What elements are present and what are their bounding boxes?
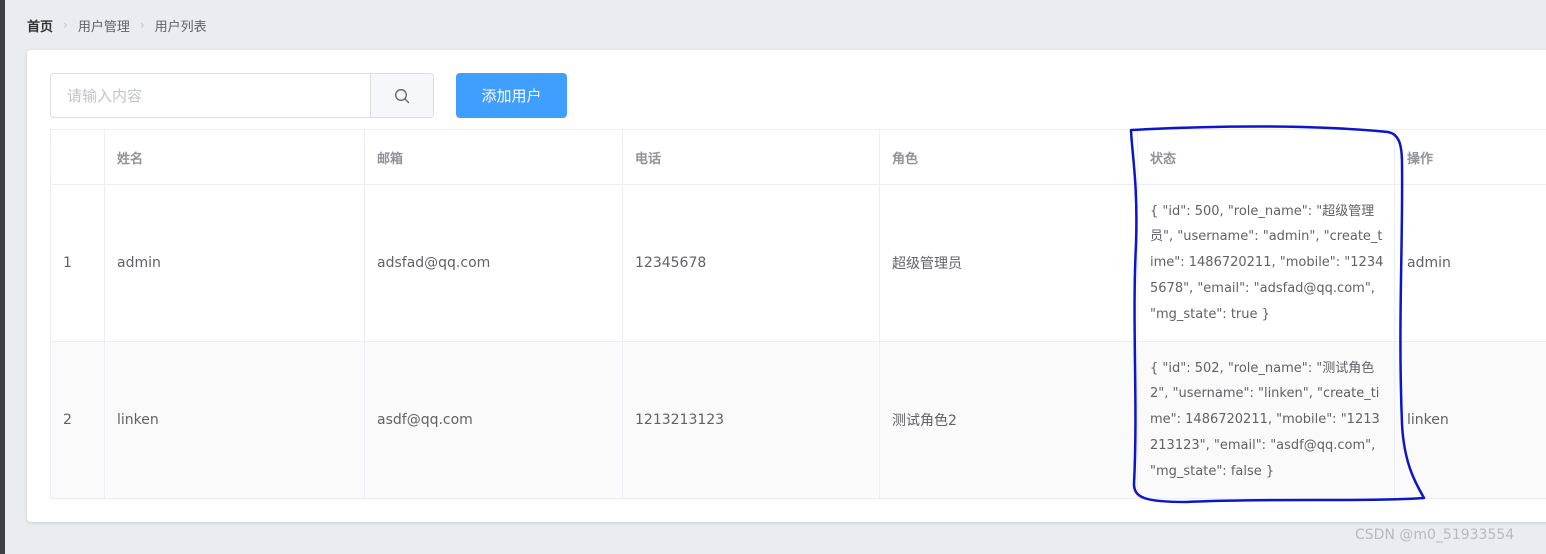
user-state-cell: { "id": 500, "role_name": "超级管理员", "user…: [1137, 185, 1394, 341]
table-row: 1 admin adsfad@qq.com 12345678 超级管理员 { "…: [50, 185, 1546, 342]
header-index: [50, 130, 104, 184]
user-role: 超级管理员: [879, 185, 1137, 341]
user-name: admin: [104, 185, 364, 341]
user-list-card: 添加用户 姓名 邮箱 电话 角色 状态 操作 1 admin adsfad@qq…: [27, 50, 1546, 522]
watermark: CSDN @m0_51933554: [1355, 527, 1515, 543]
search-icon: [395, 88, 410, 103]
header-phone: 电话: [622, 130, 879, 184]
table-row: 2 linken asdf@qq.com 1213213123 测试角色2 { …: [50, 342, 1546, 499]
breadcrumb-section: 用户管理: [77, 19, 130, 35]
user-name: linken: [104, 342, 364, 498]
search-button[interactable]: [370, 73, 434, 118]
header-role: 角色: [879, 130, 1137, 184]
breadcrumb: 首页 › 用户管理 › 用户列表: [27, 15, 207, 35]
table-header-row: 姓名 邮箱 电话 角色 状态 操作: [50, 129, 1546, 185]
row-index: 2: [50, 342, 104, 498]
breadcrumb-home[interactable]: 首页: [27, 16, 53, 35]
row-index: 1: [50, 185, 104, 341]
user-state-json: { "id": 502, "role_name": "测试角色2", "user…: [1150, 360, 1380, 479]
chevron-right-icon: ›: [139, 18, 145, 32]
search-group: [50, 73, 434, 118]
breadcrumb-current: 用户列表: [154, 19, 207, 35]
user-action: admin: [1394, 185, 1546, 341]
header-state: 状态: [1137, 130, 1394, 184]
user-email: asdf@qq.com: [364, 342, 622, 498]
user-email: adsfad@qq.com: [364, 185, 622, 341]
user-phone: 12345678: [622, 185, 879, 341]
chevron-right-icon: ›: [63, 18, 68, 32]
header-actions: 操作: [1394, 130, 1546, 184]
user-state-json: { "id": 500, "role_name": "超级管理员", "user…: [1150, 203, 1384, 322]
header-name: 姓名: [104, 130, 364, 184]
header-email: 邮箱: [364, 130, 622, 184]
user-table: 姓名 邮箱 电话 角色 状态 操作 1 admin adsfad@qq.com …: [50, 129, 1546, 499]
user-role: 测试角色2: [879, 342, 1137, 498]
user-state-cell: { "id": 502, "role_name": "测试角色2", "user…: [1137, 342, 1394, 498]
user-action: linken: [1394, 342, 1546, 498]
add-user-button[interactable]: 添加用户: [456, 73, 567, 118]
window-edge: [0, 0, 5, 554]
search-input[interactable]: [50, 73, 370, 118]
user-phone: 1213213123: [622, 342, 879, 498]
